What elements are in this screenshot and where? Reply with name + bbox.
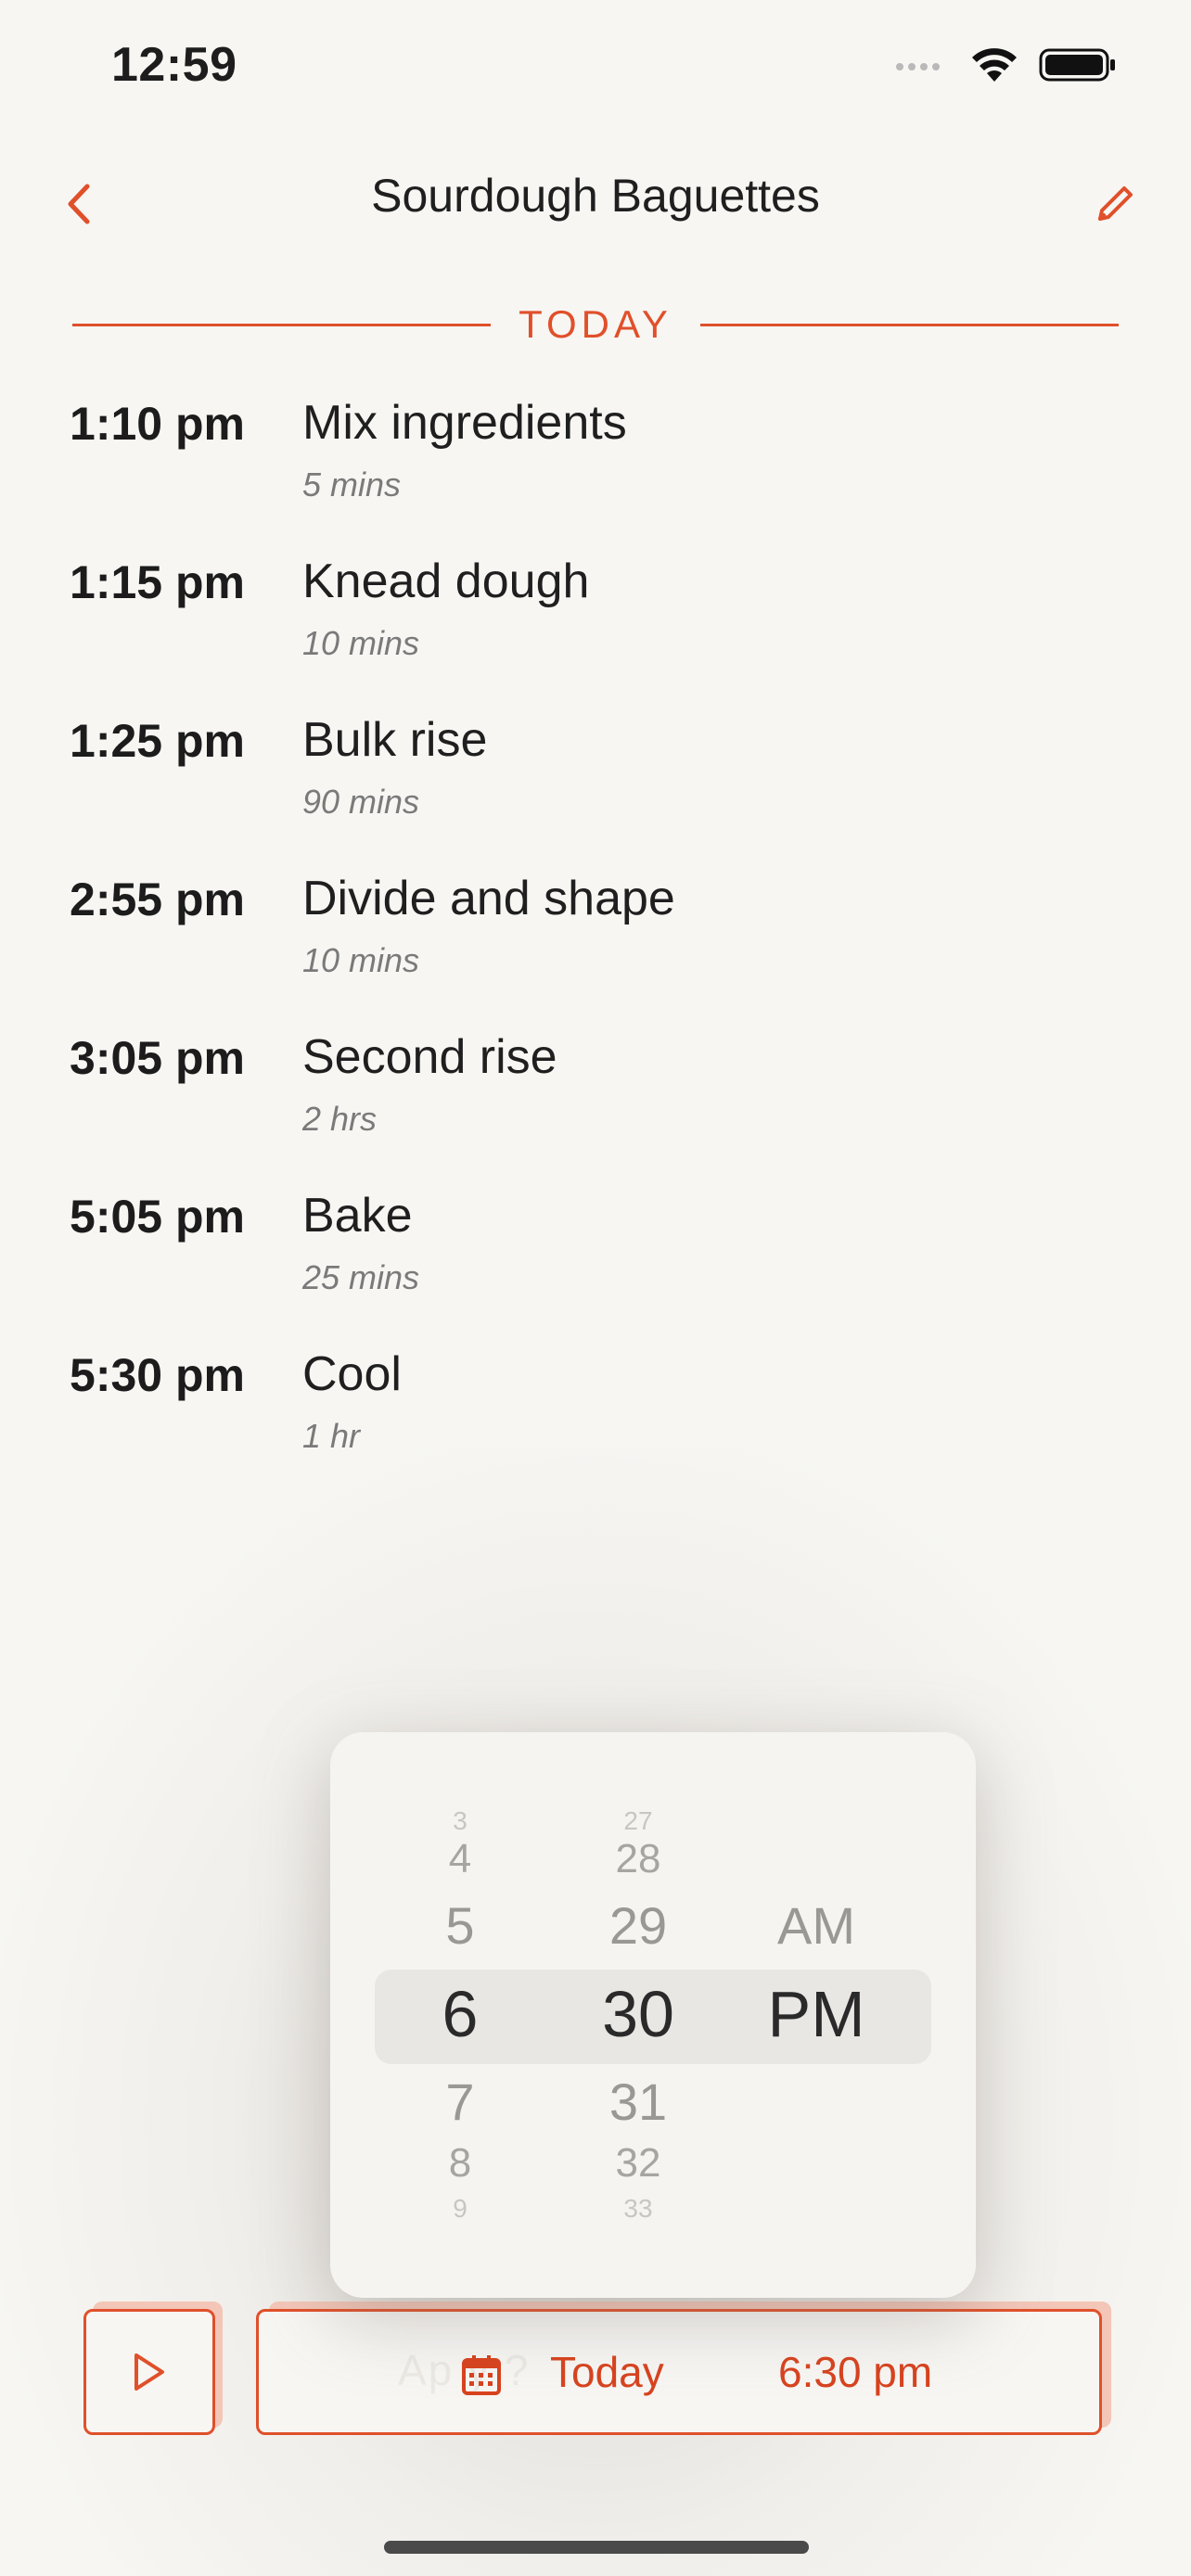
schedule-button[interactable]: Ap y ? Today 6:30 pm — [256, 2309, 1102, 2435]
day-divider: TODAY — [72, 297, 1119, 352]
time-picker-popup[interactable]: 3 4 5 6 7 8 9 27 28 29 30 31 32 33 AM PM — [330, 1732, 976, 2298]
minute-option[interactable]: 27 — [564, 1806, 712, 1836]
cellular-signal-icon — [896, 63, 940, 70]
step-time: 1:25 pm — [70, 715, 245, 767]
step-duration: 10 mins — [302, 624, 420, 662]
minute-option[interactable]: 33 — [564, 2194, 712, 2224]
play-icon — [134, 2353, 164, 2391]
step-name: Divide and shape — [302, 872, 675, 925]
home-indicator[interactable] — [384, 2541, 809, 2554]
hour-option[interactable]: 7 — [386, 2072, 534, 2132]
step-time: 5:30 pm — [70, 1349, 245, 1401]
hour-option[interactable]: 3 — [386, 1806, 534, 1836]
calendar-icon — [462, 2355, 501, 2395]
start-now-button[interactable] — [83, 2309, 215, 2435]
divider-line — [699, 323, 1119, 326]
step-duration: 1 hr — [302, 1417, 361, 1455]
step-row[interactable]: 5:05 pm Bake 25 mins — [0, 1182, 1191, 1341]
step-row[interactable]: 1:25 pm Bulk rise 90 mins — [0, 707, 1191, 865]
step-name: Bake — [302, 1189, 413, 1243]
divider-line — [72, 323, 492, 326]
step-duration: 5 mins — [302, 465, 402, 504]
step-row[interactable]: 1:10 pm Mix ingredients 5 mins — [0, 389, 1191, 548]
step-name: Bulk rise — [302, 713, 488, 767]
status-time: 12:59 — [111, 38, 237, 92]
step-name: Cool — [302, 1347, 402, 1401]
minute-option-selected[interactable]: 30 — [564, 1977, 712, 2051]
ampm-option-selected[interactable]: PM — [742, 1977, 890, 2051]
ampm-option[interactable]: AM — [742, 1895, 890, 1956]
step-name: Second rise — [302, 1030, 557, 1084]
step-list: 1:10 pm Mix ingredients 5 mins 1:15 pm K… — [0, 389, 1191, 1499]
step-time: 5:05 pm — [70, 1191, 245, 1243]
wifi-icon — [972, 48, 1017, 82]
minute-option[interactable]: 28 — [564, 1836, 712, 1882]
step-row[interactable]: 2:55 pm Divide and shape 10 mins — [0, 865, 1191, 1024]
minute-wheel[interactable]: 27 28 29 30 31 32 33 — [564, 1732, 712, 2298]
hour-option[interactable]: 8 — [386, 2140, 534, 2187]
step-row[interactable]: 5:30 pm Cool 1 hr — [0, 1341, 1191, 1499]
minute-option[interactable]: 32 — [564, 2140, 712, 2187]
hour-option-selected[interactable]: 6 — [386, 1977, 534, 2051]
step-time: 2:55 pm — [70, 874, 245, 925]
battery-icon — [1039, 48, 1115, 82]
step-duration: 25 mins — [302, 1258, 420, 1296]
nav-bar: Sourdough Baguettes — [0, 158, 1191, 250]
status-bar: 12:59 — [0, 0, 1191, 130]
step-row[interactable]: 3:05 pm Second rise 2 hrs — [0, 1024, 1191, 1182]
minute-option[interactable]: 29 — [564, 1895, 712, 1956]
step-time: 1:10 pm — [70, 398, 245, 450]
hour-option[interactable]: 9 — [386, 2194, 534, 2224]
schedule-day: Today — [550, 2348, 664, 2396]
step-name: Mix ingredients — [302, 396, 627, 450]
step-duration: 10 mins — [302, 941, 420, 979]
step-name: Knead dough — [302, 555, 590, 608]
day-label: TODAY — [519, 302, 672, 346]
step-duration: 2 hrs — [302, 1100, 378, 1138]
schedule-time: 6:30 pm — [778, 2348, 933, 2396]
step-duration: 90 mins — [302, 783, 420, 821]
pencil-icon — [1098, 186, 1133, 221]
step-time: 1:15 pm — [70, 556, 245, 608]
hour-option[interactable]: 5 — [386, 1895, 534, 1956]
hour-wheel[interactable]: 3 4 5 6 7 8 9 — [386, 1732, 534, 2298]
hour-option[interactable]: 4 — [386, 1836, 534, 1882]
status-icons — [894, 46, 1117, 83]
step-time: 3:05 pm — [70, 1032, 245, 1084]
minute-option[interactable]: 31 — [564, 2072, 712, 2132]
ampm-wheel[interactable]: AM PM — [742, 1732, 890, 2298]
page-title: Sourdough Baguettes — [371, 170, 820, 222]
edit-button[interactable] — [1085, 174, 1145, 234]
step-row[interactable]: 1:15 pm Knead dough 10 mins — [0, 548, 1191, 707]
